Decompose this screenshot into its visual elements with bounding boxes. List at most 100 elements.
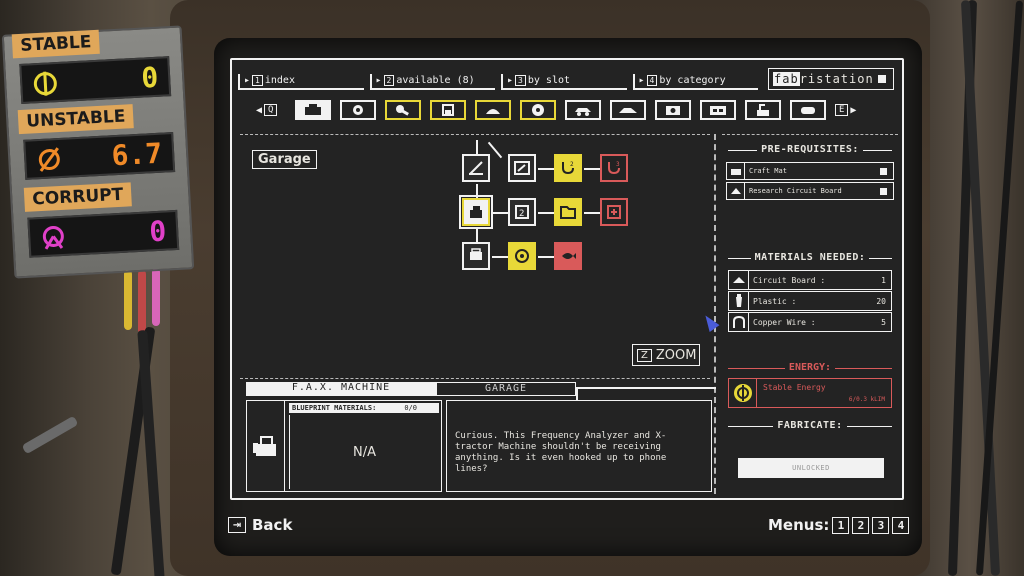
tree-node-circuit[interactable]: 2 — [508, 198, 536, 226]
info-tab-bar — [576, 387, 716, 401]
craft-mat-icon — [727, 163, 745, 179]
stethoscope-locked-icon: 3 — [608, 161, 620, 175]
prerequisite-item: Craft Mat — [726, 162, 894, 180]
tab-index[interactable]: ▸ 1 index — [238, 74, 364, 90]
copper-wire-icon — [729, 313, 749, 331]
material-item: Circuit Board :1 — [728, 270, 892, 290]
category-prev-button[interactable]: ◀ Q — [256, 100, 286, 120]
info-tab-category[interactable]: GARAGE — [436, 382, 576, 396]
category-next-button[interactable]: E ▶ — [835, 100, 865, 120]
zoom-button[interactable]: Z ZOOM — [632, 344, 700, 366]
cable-red — [138, 270, 146, 334]
circuit-board-icon — [729, 271, 749, 289]
tab-available[interactable]: ▸ 2 available (8) — [369, 74, 495, 90]
info-tabs: F.A.X. MACHINE GARAGE — [246, 382, 716, 401]
info-tab-item[interactable]: F.A.X. MACHINE — [246, 382, 436, 396]
item-icon-column — [247, 401, 285, 491]
category-controller[interactable] — [790, 100, 826, 120]
gear-icon — [353, 105, 363, 115]
tree-node-stethoscope[interactable]: 2 — [554, 154, 582, 182]
materials-title: MATERIALS NEEDED: — [728, 252, 892, 263]
prerequisite-check — [880, 167, 887, 175]
tree-link — [538, 256, 554, 258]
unstable-energy-icon — [38, 147, 60, 172]
material-item: Plastic :20 — [728, 291, 892, 311]
divider-top — [240, 134, 710, 135]
svg-text:2: 2 — [570, 161, 574, 168]
cable-pink — [152, 268, 160, 326]
wrench-icon — [396, 105, 409, 116]
category-car-alt[interactable] — [610, 100, 646, 120]
sink-icon — [757, 104, 769, 116]
tree-node-craft-mat[interactable] — [462, 154, 490, 182]
menu-key-2[interactable]: 2 — [852, 516, 870, 534]
energy-title: ENERGY: — [728, 362, 892, 373]
stable-label: STABLE — [11, 29, 100, 59]
radio-icon — [710, 106, 726, 115]
cap-icon — [486, 109, 500, 114]
tree-link — [584, 212, 600, 214]
category-camera[interactable] — [655, 100, 691, 120]
item-description: Curious. This Frequency Analyzer and X-t… — [446, 400, 712, 492]
tree-node-workbench[interactable] — [508, 154, 536, 182]
tree-link — [492, 212, 508, 214]
svg-text:3: 3 — [616, 161, 620, 168]
corrupt-energy-icon — [42, 225, 64, 250]
tree-node-fax-machine[interactable] — [459, 195, 493, 229]
tree-node-folder[interactable] — [554, 198, 582, 226]
back-button[interactable]: ⇥ Back — [228, 516, 292, 534]
tree-node-disc[interactable] — [508, 242, 536, 270]
category-car[interactable] — [565, 100, 601, 120]
printer-icon — [470, 248, 482, 260]
disc-icon — [532, 104, 544, 116]
category-tools[interactable] — [295, 100, 331, 120]
fabricate-button[interactable]: UNLOCKED — [738, 458, 884, 478]
category-sink[interactable] — [745, 100, 781, 120]
tree-category-label: Garage — [252, 150, 317, 169]
category-disc[interactable] — [520, 100, 556, 120]
material-item: Copper Wire :5 — [728, 312, 892, 332]
category-gear[interactable] — [340, 100, 376, 120]
stability-meter-panel: STABLE 0 UNSTABLE 6.7 CORRUPT 0 — [1, 25, 195, 279]
menu-key-4[interactable]: 4 — [892, 516, 910, 534]
menu-key-3[interactable]: 3 — [872, 516, 890, 534]
fabristation-logo: fabristation — [768, 68, 894, 90]
stable-value: 0 — [140, 60, 160, 95]
fabristation-screen: ▸ 1 index ▸ 2 available (8) ▸ 3 by slot ▸ 4 by c… — [230, 58, 904, 500]
plastic-icon — [729, 292, 749, 310]
tree-node-locked-1[interactable]: 3 — [600, 154, 628, 182]
svg-text:2: 2 — [519, 209, 524, 219]
tab-by-slot[interactable]: ▸ 3 by slot — [501, 74, 627, 90]
blueprint-materials-value: N/A — [289, 415, 439, 489]
unstable-value: 6.7 — [110, 136, 164, 173]
divider-right-top — [722, 134, 898, 135]
tree-node-locked-3[interactable] — [554, 242, 582, 270]
prerequisite-item: Research Circuit Board — [726, 182, 894, 200]
fish-icon — [562, 253, 576, 259]
tree-link — [584, 168, 600, 170]
tools-icon — [305, 104, 321, 115]
menus-label: Menus: — [768, 516, 830, 534]
category-wrench[interactable] — [385, 100, 421, 120]
category-radio[interactable] — [700, 100, 736, 120]
prerequisite-check — [880, 187, 887, 195]
workbench-icon — [514, 161, 530, 175]
menu-key-1[interactable]: 1 — [832, 516, 850, 534]
category-beaker[interactable] — [430, 100, 466, 120]
tree-node-printer[interactable] — [462, 242, 490, 270]
beaker-icon — [442, 104, 454, 116]
tree-link — [538, 212, 554, 214]
energy-requirement: Stable Energy 6/0.3 kLIM — [728, 378, 892, 408]
fax-machine-icon — [252, 436, 276, 456]
car-icon — [575, 108, 591, 116]
tree-node-locked-2[interactable] — [600, 198, 628, 226]
unstable-label: UNSTABLE — [17, 104, 134, 135]
category-cap[interactable] — [475, 100, 511, 120]
energy-name: Stable Energy — [763, 383, 826, 392]
unstable-readout: 6.7 — [23, 132, 176, 180]
controller-icon — [801, 107, 815, 114]
tree-link — [538, 168, 554, 170]
tab-by-category[interactable]: ▸ 4 by category — [632, 74, 758, 90]
corrupt-readout: 0 — [27, 209, 180, 258]
car-alt-icon — [619, 108, 637, 113]
